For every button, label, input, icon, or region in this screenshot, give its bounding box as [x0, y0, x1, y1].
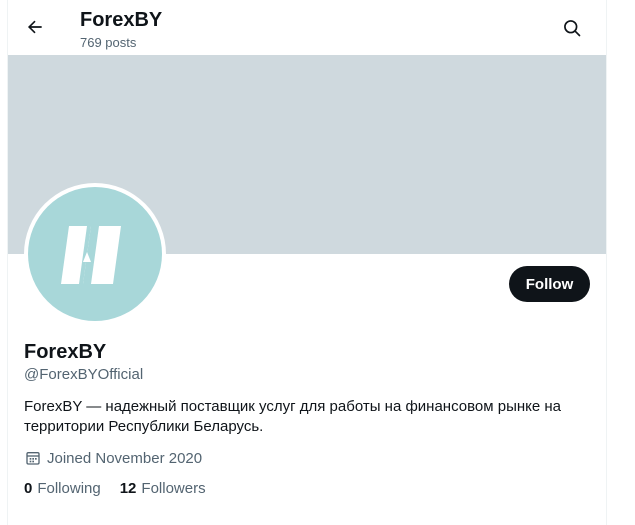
header-title: ForexBY — [80, 9, 163, 31]
calendar-icon — [24, 449, 42, 467]
profile-handle: @ForexBYOfficial — [24, 366, 144, 383]
joined-date: Joined November 2020 — [24, 449, 202, 467]
avatar[interactable] — [24, 183, 166, 325]
avatar-image — [28, 187, 162, 321]
following-count: 0 — [24, 480, 33, 497]
followers-link[interactable]: 12 Followers — [120, 480, 206, 498]
profile-bio: ForexBY — надежный поставщик услуг для р… — [24, 398, 561, 435]
followers-label: Followers — [141, 480, 206, 497]
following-label: Following — [37, 480, 101, 497]
profile-header: ForexBY 769 posts — [8, 0, 606, 55]
follow-button[interactable]: Follow — [509, 266, 590, 302]
profile-page: ForexBY 769 posts Follow ForexBY @ForexB… — [0, 0, 635, 525]
forexby-logo-icon — [61, 226, 121, 284]
posts-count: 769 posts — [80, 35, 137, 50]
search-button[interactable] — [559, 15, 585, 41]
following-link[interactable]: 0 Following — [24, 480, 101, 498]
followers-count: 12 — [119, 480, 137, 497]
column-divider-right — [606, 0, 607, 525]
back-button[interactable] — [22, 14, 48, 40]
profile-display-name: ForexBY — [24, 341, 107, 363]
search-icon — [564, 20, 581, 37]
follow-stats: 0 Following 12 Followers — [24, 480, 225, 498]
arrow-left-icon — [27, 20, 42, 34]
joined-text: Joined November 2020 — [47, 449, 203, 467]
